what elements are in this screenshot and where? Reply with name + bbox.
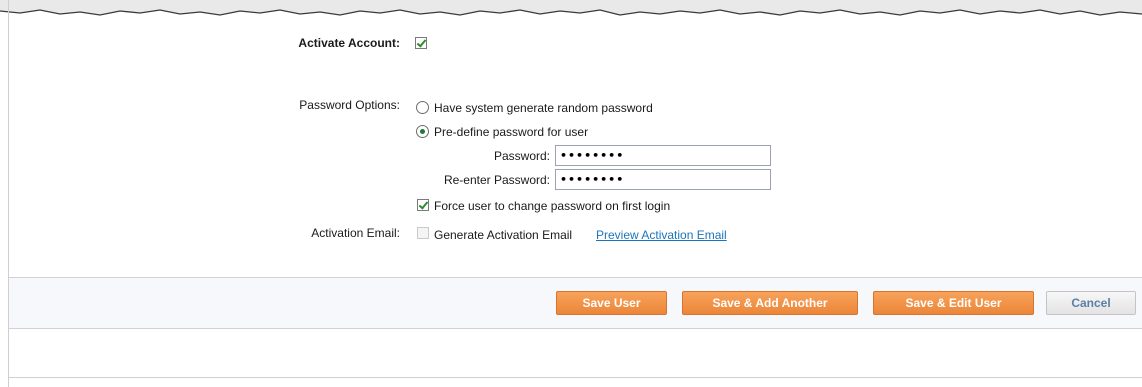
- activate-account-label: Activate Account:: [298, 36, 400, 50]
- password-label: Password:: [493, 149, 550, 163]
- force-change-password-checkbox[interactable]: [417, 199, 429, 211]
- bottom-divider: [9, 377, 1142, 378]
- cancel-button[interactable]: Cancel: [1046, 291, 1136, 315]
- radio-generate-password[interactable]: [416, 101, 429, 114]
- generate-activation-email-checkbox[interactable]: [417, 227, 429, 239]
- torn-page-edge: [0, 0, 1142, 16]
- activate-account-checkbox[interactable]: [415, 37, 427, 49]
- save-edit-user-button[interactable]: Save & Edit User: [873, 291, 1034, 315]
- save-user-button[interactable]: Save User: [556, 291, 667, 315]
- generate-activation-email-label: Generate Activation Email: [434, 228, 573, 242]
- password-field[interactable]: ••••••••: [555, 145, 771, 166]
- activation-email-label: Activation Email:: [311, 226, 400, 240]
- form-action-bar: Save User Save & Add Another Save & Edit…: [9, 277, 1142, 329]
- preview-activation-email-link[interactable]: Preview Activation Email: [596, 228, 727, 242]
- radio-generate-password-label: Have system generate random password: [434, 101, 653, 115]
- reenter-password-label: Re-enter Password:: [443, 173, 550, 187]
- password-options-label: Password Options:: [299, 98, 400, 112]
- radio-predefine-password-label: Pre-define password for user: [434, 125, 589, 139]
- radio-predefine-password[interactable]: [416, 125, 429, 138]
- reenter-password-field[interactable]: ••••••••: [555, 169, 771, 190]
- save-add-another-button[interactable]: Save & Add Another: [682, 291, 858, 315]
- force-change-password-label: Force user to change password on first l…: [434, 199, 671, 213]
